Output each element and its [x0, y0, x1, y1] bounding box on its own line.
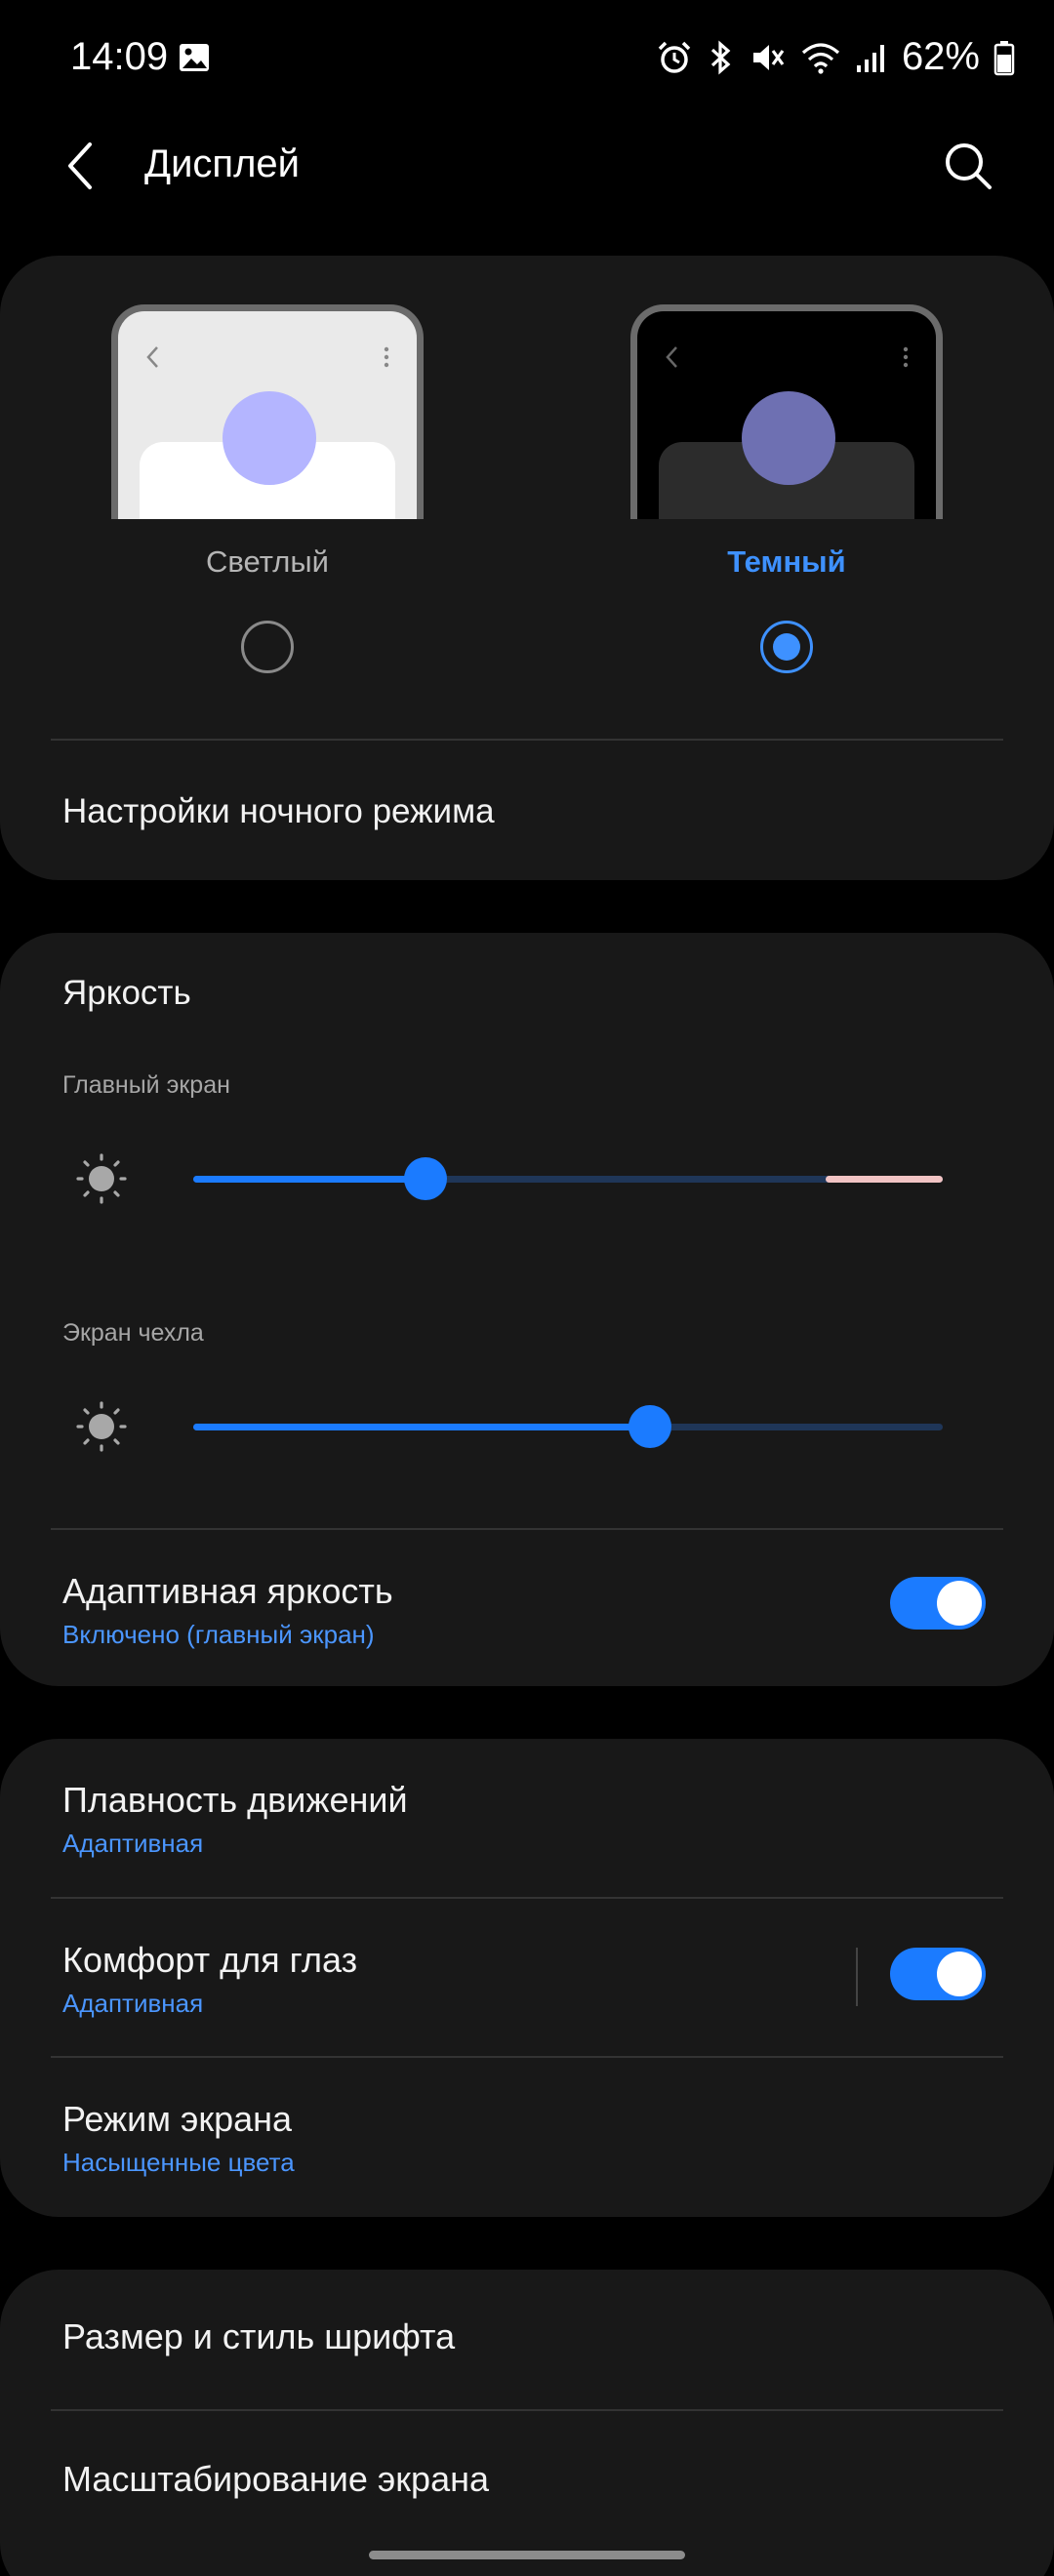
toggle-knob: [937, 1581, 982, 1626]
divider: [51, 1528, 1003, 1530]
brightness-low-icon: [76, 1153, 127, 1204]
divider: [51, 1897, 1003, 1899]
more-icon: [903, 346, 909, 368]
slider-extended-range: [826, 1176, 943, 1183]
eye-comfort-toggle[interactable]: [890, 1948, 986, 2000]
screen-zoom-item[interactable]: Масштабирование экрана: [62, 2459, 489, 2500]
more-icon: [384, 346, 389, 368]
light-mode-preview[interactable]: [111, 304, 424, 519]
cover-screen-brightness-slider[interactable]: [193, 1397, 943, 1456]
light-mode-option[interactable]: Светлый: [111, 304, 424, 673]
status-bar: 14:09 62%: [0, 0, 1054, 117]
page-title: Дисплей: [144, 142, 301, 185]
light-mode-radio[interactable]: [241, 621, 294, 673]
main-screen-label: Главный экран: [62, 1071, 230, 1099]
preview-circle: [223, 391, 316, 485]
screen-mode-value: Насыщенные цвета: [62, 2148, 295, 2177]
bluetooth-icon: [707, 39, 736, 76]
signal-icon: [855, 39, 888, 76]
divider: [51, 2409, 1003, 2411]
search-button[interactable]: [937, 135, 999, 197]
wifi-icon: [800, 39, 841, 76]
font-card: Размер и стиль шрифта Масштабирование эк…: [0, 2270, 1054, 2576]
slider-fill: [193, 1176, 426, 1183]
vertical-separator: [856, 1948, 858, 2006]
back-button[interactable]: [55, 135, 117, 197]
slider-thumb[interactable]: [628, 1405, 672, 1448]
night-mode-settings-item[interactable]: Настройки ночного режима: [62, 792, 495, 831]
eye-comfort-value: Адаптивная: [62, 1989, 204, 2018]
battery-percent: 62%: [901, 35, 980, 78]
slider-thumb[interactable]: [404, 1157, 448, 1200]
dark-mode-label: Темный: [727, 544, 846, 579]
app-bar: Дисплей: [0, 117, 1054, 215]
divider: [51, 739, 1003, 741]
home-indicator[interactable]: [369, 2551, 685, 2559]
divider: [51, 2056, 1003, 2058]
eye-comfort-title: Комфорт для глаз: [62, 1940, 358, 1980]
alarm-icon: [656, 39, 693, 76]
brightness-card: Яркость Главный экран Экран чехла Адапти…: [0, 933, 1054, 1686]
adaptive-brightness-title: Адаптивная яркость: [62, 1571, 393, 1611]
gallery-icon: [178, 41, 211, 79]
adaptive-brightness-status: Включено (главный экран): [62, 1620, 375, 1649]
dark-mode-preview[interactable]: [630, 304, 943, 519]
battery-icon: [993, 39, 1015, 76]
motion-smoothness-title: Плавность движений: [62, 1780, 408, 1820]
back-arrow-icon: [68, 142, 92, 189]
mute-icon: [750, 39, 787, 76]
light-mode-label: Светлый: [206, 544, 329, 579]
screen-mode-title: Режим экрана: [62, 2099, 293, 2139]
status-time: 14:09: [70, 35, 169, 78]
preview-circle: [742, 391, 835, 485]
font-size-style-item[interactable]: Размер и стиль шрифта: [62, 2316, 455, 2357]
display-options-card: Плавность движений Адаптивная Комфорт дл…: [0, 1739, 1054, 2217]
search-icon: [946, 143, 992, 189]
chevron-left-icon: [146, 346, 158, 368]
toggle-knob: [937, 1952, 982, 1996]
cover-screen-label: Экран чехла: [62, 1319, 204, 1347]
status-icons: 62%: [656, 35, 1015, 79]
theme-card: Светлый Темный Настройки ночного режима: [0, 256, 1054, 880]
main-screen-brightness-slider[interactable]: [193, 1149, 943, 1208]
slider-fill: [193, 1424, 651, 1430]
dark-mode-option[interactable]: Темный: [630, 304, 943, 673]
brightness-title: Яркость: [62, 974, 191, 1012]
motion-smoothness-value: Адаптивная: [62, 1829, 204, 1858]
dark-mode-radio[interactable]: [760, 621, 813, 673]
brightness-low-icon: [76, 1401, 127, 1452]
adaptive-brightness-toggle[interactable]: [890, 1577, 986, 1630]
chevron-left-icon: [666, 346, 677, 368]
